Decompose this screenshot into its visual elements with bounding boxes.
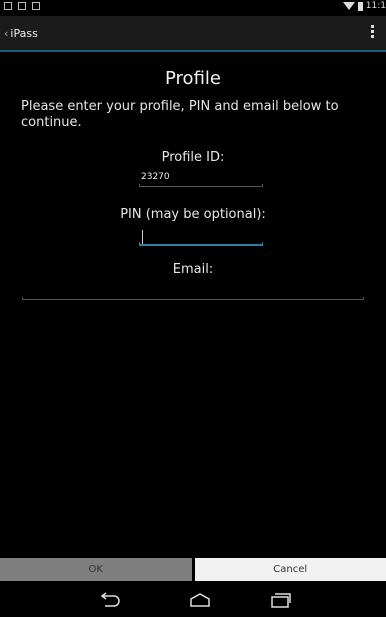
pin-input[interactable] [139, 229, 263, 246]
profile-id-input[interactable]: 23270 [139, 172, 263, 187]
cancel-button[interactable]: Cancel [194, 558, 386, 581]
email-input[interactable] [22, 284, 364, 300]
home-icon[interactable] [188, 592, 212, 608]
instructions-text: Please enter your profile, PIN and email… [21, 99, 339, 130]
system-nav-bar [0, 584, 386, 617]
action-bar: ‹ iPass [0, 16, 386, 52]
back-arrow-icon[interactable] [99, 592, 121, 608]
more-vert-icon[interactable] [371, 25, 374, 38]
battery-icon [357, 1, 363, 11]
pin-label: PIN (may be optional): [120, 207, 266, 222]
profile-id-value: 23270 [141, 172, 170, 182]
dialog-buttons: OK Cancel [0, 558, 386, 581]
app-title: iPass [10, 27, 38, 40]
profile-id-label: Profile ID: [161, 150, 225, 165]
status-bar: 11:1 [0, 0, 386, 14]
status-clock: 11:1 [365, 1, 386, 11]
notification-icons [4, 2, 40, 10]
chevron-left-icon: ‹ [4, 27, 9, 40]
image-icon [32, 2, 40, 10]
profile-form: Profile Please enter your profile, PIN a… [0, 52, 386, 552]
page-title: Profile [165, 68, 221, 89]
ok-button[interactable]: OK [0, 558, 192, 581]
text-cursor [142, 230, 143, 244]
up-navigation[interactable]: ‹ iPass [4, 27, 38, 40]
wifi-icon [342, 2, 355, 10]
notification-icon [18, 2, 26, 10]
email-label: Email: [172, 262, 214, 277]
recents-icon[interactable] [270, 592, 292, 608]
notification-icon [4, 2, 12, 10]
